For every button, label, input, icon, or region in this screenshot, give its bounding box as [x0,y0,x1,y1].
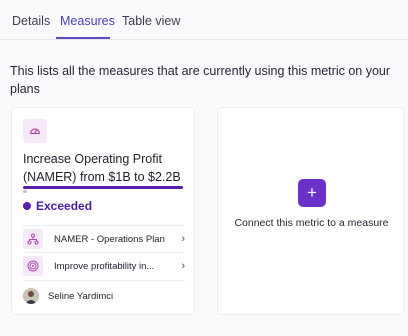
tab-bar: Details Measures Table view [0,0,408,40]
owner: Seline Yardimci [23,288,113,304]
linked-objective-label: Improve profitability in... [54,260,155,272]
status-dot [23,202,31,210]
status-label: Exceeded [36,199,93,213]
connect-measure-card[interactable]: + Connect this metric to a measure [217,107,404,315]
target-icon [23,256,43,276]
chevron-right-icon: › [181,233,185,245]
status-badge: Exceeded [23,198,92,214]
hierarchy-icon [23,229,43,249]
linked-plan-row[interactable]: NAMER - Operations Plan › [23,226,185,252]
connect-measure-label[interactable]: Connect this metric to a measure [228,216,395,231]
linked-plan-label: NAMER - Operations Plan [54,233,165,245]
tab-details[interactable]: Details [12,14,50,28]
measures-description: This lists all the measures that are cur… [10,64,391,96]
owner-name: Seline Yardimci [48,290,114,302]
tab-table-view[interactable]: Table view [122,14,180,28]
avatar [23,288,39,304]
divider [23,280,185,281]
measure-card[interactable]: Increase Operating Profit (NAMER) from $… [11,107,195,315]
tab-measures[interactable]: Measures [60,14,115,28]
active-tab-indicator [56,37,110,39]
measure-title[interactable]: Increase Operating Profit (NAMER) from $… [23,150,191,186]
gauge-icon [23,119,47,143]
plus-icon[interactable]: + [298,179,326,207]
linked-objective-row[interactable]: Improve profitability in... › [23,253,185,279]
measure-progress-bar [23,186,183,189]
chevron-right-icon: › [181,260,185,272]
progress-marker [23,190,27,193]
